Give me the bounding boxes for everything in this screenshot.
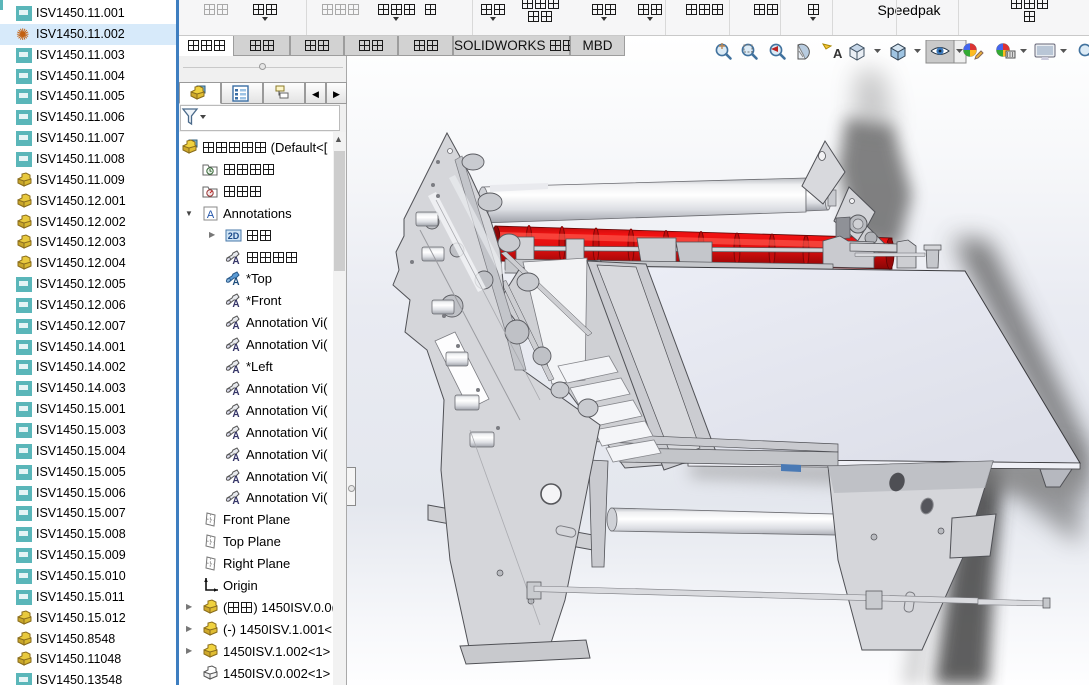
svg-text:A: A: [232, 256, 239, 266]
svg-text:A: A: [232, 496, 239, 506]
svg-text:A: A: [232, 343, 239, 353]
svg-text:2D: 2D: [228, 231, 240, 241]
svg-text:A: A: [207, 209, 215, 221]
svg-text:A: A: [833, 46, 843, 61]
svg-text:A: A: [232, 365, 239, 375]
svg-text:A: A: [232, 277, 239, 287]
svg-text:A: A: [232, 453, 239, 463]
svg-text:A: A: [232, 299, 239, 309]
svg-text:A: A: [232, 475, 239, 485]
svg-text:A: A: [232, 431, 239, 441]
svg-text:A: A: [232, 321, 239, 331]
svg-text:A: A: [232, 409, 239, 419]
svg-text:A: A: [232, 387, 239, 397]
